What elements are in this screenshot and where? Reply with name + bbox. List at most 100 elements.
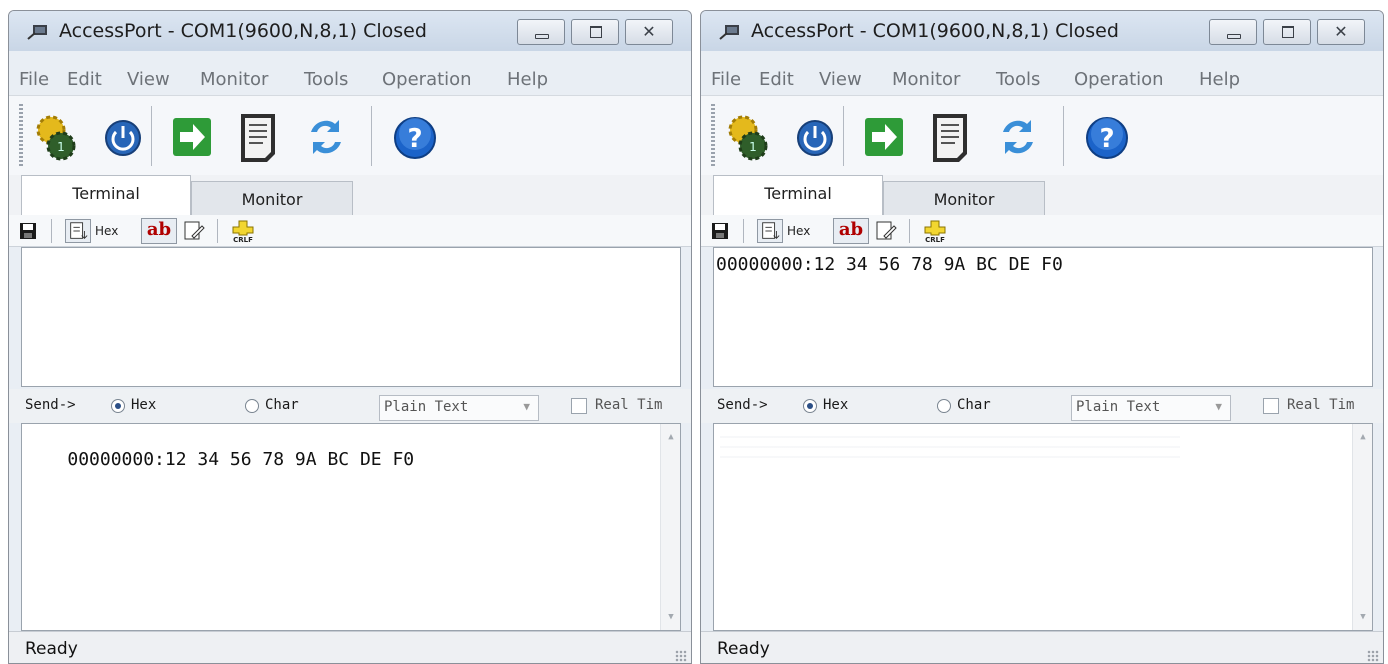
tab-terminal[interactable]: Terminal [713, 175, 883, 215]
menu-view[interactable]: View [819, 69, 862, 90]
chevron-down-icon: ▼ [523, 400, 530, 413]
scroll-down-icon[interactable]: ▼ [1353, 612, 1373, 622]
power-icon[interactable] [101, 110, 151, 164]
receive-area[interactable] [21, 247, 681, 387]
power-icon[interactable] [793, 110, 843, 164]
status-bar: Ready [701, 631, 1383, 663]
vertical-scrollbar[interactable]: ▲ ▼ [1352, 424, 1372, 630]
menu-file[interactable]: File [19, 69, 49, 90]
char-radio[interactable] [245, 399, 259, 413]
refresh-icon[interactable] [993, 110, 1043, 164]
save-icon[interactable] [19, 219, 37, 243]
menu-view[interactable]: View [127, 69, 170, 90]
minimize-icon [535, 34, 549, 39]
menu-edit[interactable]: Edit [67, 69, 102, 90]
arrow-right-icon[interactable] [861, 110, 911, 164]
maximize-icon [1282, 26, 1294, 38]
app-icon [27, 25, 47, 40]
title-bar[interactable]: AccessPort - COM1(9600,N,8,1) Closed ✕ [9, 11, 691, 51]
edit-icon[interactable] [183, 219, 205, 243]
ascii-toggle[interactable]: ab [833, 218, 869, 244]
hex-radio[interactable] [803, 399, 817, 413]
format-select-value: Plain Text [1076, 399, 1161, 415]
realtime-label[interactable]: Real Tim [595, 397, 662, 413]
menu-monitor[interactable]: Monitor [200, 69, 268, 90]
format-select[interactable]: Plain Text ▼ [379, 395, 539, 421]
minimize-button[interactable] [517, 19, 565, 45]
svg-text:1: 1 [57, 140, 65, 154]
close-button[interactable]: ✕ [1317, 19, 1365, 45]
toolbar-grip[interactable] [711, 104, 715, 168]
save-icon[interactable] [711, 219, 729, 243]
title-bar[interactable]: AccessPort - COM1(9600,N,8,1) Closed ✕ [701, 11, 1383, 51]
menu-file[interactable]: File [711, 69, 741, 90]
menu-monitor[interactable]: Monitor [892, 69, 960, 90]
tab-monitor[interactable]: Monitor [883, 181, 1045, 215]
help-icon[interactable]: ? [389, 110, 439, 164]
accessport-window-left: AccessPort - COM1(9600,N,8,1) Closed ✕ F… [8, 10, 692, 664]
format-select-value: Plain Text [384, 399, 469, 415]
scroll-up-icon[interactable]: ▲ [661, 432, 681, 442]
hex-radio-label[interactable]: Hex [823, 397, 848, 413]
hex-toggle[interactable]: Hex [787, 224, 810, 248]
toolbar-separator [51, 219, 52, 243]
status-text: Ready [717, 639, 770, 659]
hex-toggle[interactable]: Hex [95, 224, 118, 248]
char-radio-label[interactable]: Char [265, 397, 299, 413]
char-radio-label[interactable]: Char [957, 397, 991, 413]
crlf-icon[interactable]: CRLF [231, 219, 255, 243]
tab-terminal[interactable]: Terminal [21, 175, 191, 215]
window-title: AccessPort - COM1(9600,N,8,1) Closed [751, 20, 1119, 42]
receive-area[interactable]: 00000000:12 34 56 78 9A BC DE F0 [713, 247, 1373, 387]
toolbar-separator [909, 219, 910, 243]
maximize-button[interactable] [1263, 19, 1311, 45]
realtime-checkbox[interactable] [571, 398, 587, 414]
char-radio[interactable] [937, 399, 951, 413]
hex-radio-label[interactable]: Hex [131, 397, 156, 413]
svg-text:CRLF: CRLF [233, 236, 253, 243]
edit-icon[interactable] [875, 219, 897, 243]
maximize-button[interactable] [571, 19, 619, 45]
refresh-icon[interactable] [301, 110, 351, 164]
view-mode-icon[interactable] [757, 219, 783, 243]
realtime-label[interactable]: Real Tim [1287, 397, 1354, 413]
crlf-icon[interactable]: CRLF [923, 219, 947, 243]
document-icon[interactable] [929, 110, 979, 164]
menu-tools[interactable]: Tools [996, 69, 1040, 90]
resize-grip-icon[interactable] [1367, 650, 1379, 662]
menu-tools[interactable]: Tools [304, 69, 348, 90]
resize-grip-icon[interactable] [675, 650, 687, 662]
minimize-button[interactable] [1209, 19, 1257, 45]
menu-edit[interactable]: Edit [759, 69, 794, 90]
send-options-bar: Send-> Hex Char Plain Text ▼ Real Tim [701, 389, 1383, 423]
hex-radio[interactable] [111, 399, 125, 413]
status-bar: Ready [9, 631, 691, 663]
arrow-right-icon[interactable] [169, 110, 219, 164]
menu-help[interactable]: Help [1199, 69, 1240, 90]
toolbar-grip[interactable] [19, 104, 23, 168]
menu-bar: File Edit View Monitor Tools Operation H… [701, 65, 1383, 95]
faded-text-residue [720, 428, 1180, 464]
view-mode-icon[interactable] [65, 219, 91, 243]
menu-help[interactable]: Help [507, 69, 548, 90]
close-button[interactable]: ✕ [625, 19, 673, 45]
menu-operation[interactable]: Operation [1074, 69, 1164, 90]
gear-config-icon[interactable]: 1 [31, 110, 81, 164]
scroll-down-icon[interactable]: ▼ [661, 612, 681, 622]
tab-monitor[interactable]: Monitor [191, 181, 353, 215]
send-text: 00000000:12 34 56 78 9A BC DE F0 [67, 449, 415, 470]
realtime-checkbox[interactable] [1263, 398, 1279, 414]
menu-operation[interactable]: Operation [382, 69, 472, 90]
help-icon[interactable]: ? [1081, 110, 1131, 164]
toolbar-separator [371, 106, 372, 166]
main-toolbar: 1 ? [701, 95, 1383, 175]
format-select[interactable]: Plain Text ▼ [1071, 395, 1231, 421]
gear-config-icon[interactable]: 1 [723, 110, 773, 164]
svg-text:1: 1 [749, 140, 757, 154]
send-area[interactable]: ▲ ▼ [713, 423, 1373, 631]
document-icon[interactable] [237, 110, 287, 164]
scroll-up-icon[interactable]: ▲ [1353, 432, 1373, 442]
vertical-scrollbar[interactable]: ▲ ▼ [660, 424, 680, 630]
ascii-toggle[interactable]: ab [141, 218, 177, 244]
send-area[interactable]: 00000000:12 34 56 78 9A BC DE F0 ▲ ▼ [21, 423, 681, 631]
